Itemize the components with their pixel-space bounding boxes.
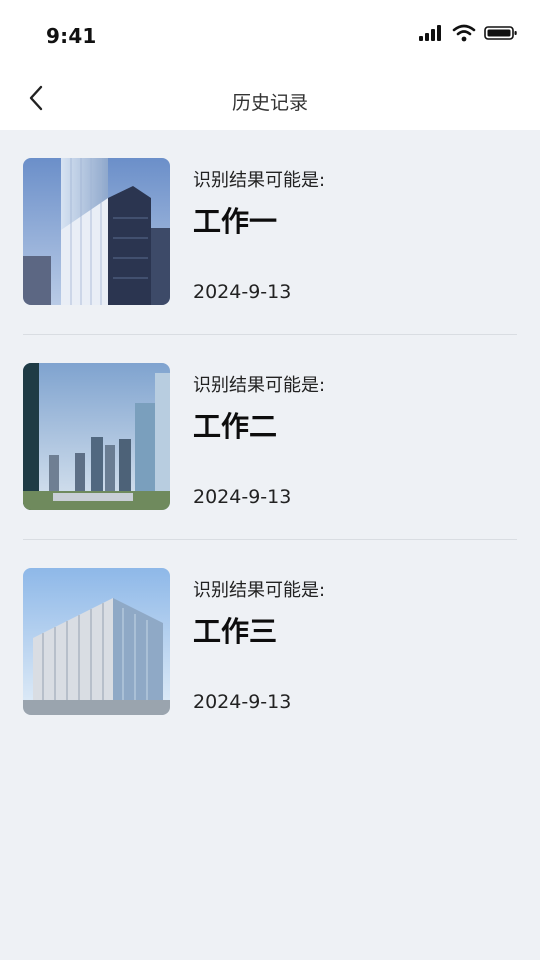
building-thumbnail (23, 363, 170, 510)
result-caption: 识别结果可能是: (193, 375, 326, 396)
result-date: 2024-9-13 (193, 281, 292, 303)
building-thumbnail (23, 158, 170, 305)
status-time: 9:41 (46, 24, 97, 48)
result-label: 工作一 (193, 205, 278, 238)
result-caption: 识别结果可能是: (193, 580, 326, 601)
history-item[interactable]: 识别结果可能是: 工作一 2024-9-13 (23, 130, 517, 335)
history-item[interactable]: 识别结果可能是: 工作三 2024-9-13 (23, 540, 517, 744)
status-bar: 9:41 (0, 0, 540, 72)
signal-icon (418, 24, 444, 46)
result-date: 2024-9-13 (193, 486, 292, 508)
building-thumbnail (23, 568, 170, 715)
history-list: 识别结果可能是: 工作一 2024-9-13 识别结果可能是: 工作二 2024… (0, 130, 540, 744)
page-title: 历史记录 (231, 92, 308, 114)
result-label: 工作三 (193, 615, 278, 648)
history-item[interactable]: 识别结果可能是: 工作二 2024-9-13 (23, 335, 517, 540)
nav-bar: 历史记录 (0, 72, 540, 130)
result-label: 工作二 (193, 410, 278, 443)
battery-icon (484, 24, 518, 46)
result-date: 2024-9-13 (193, 691, 292, 713)
wifi-icon (452, 24, 476, 46)
status-icons (418, 24, 518, 46)
result-caption: 识别结果可能是: (193, 170, 326, 191)
